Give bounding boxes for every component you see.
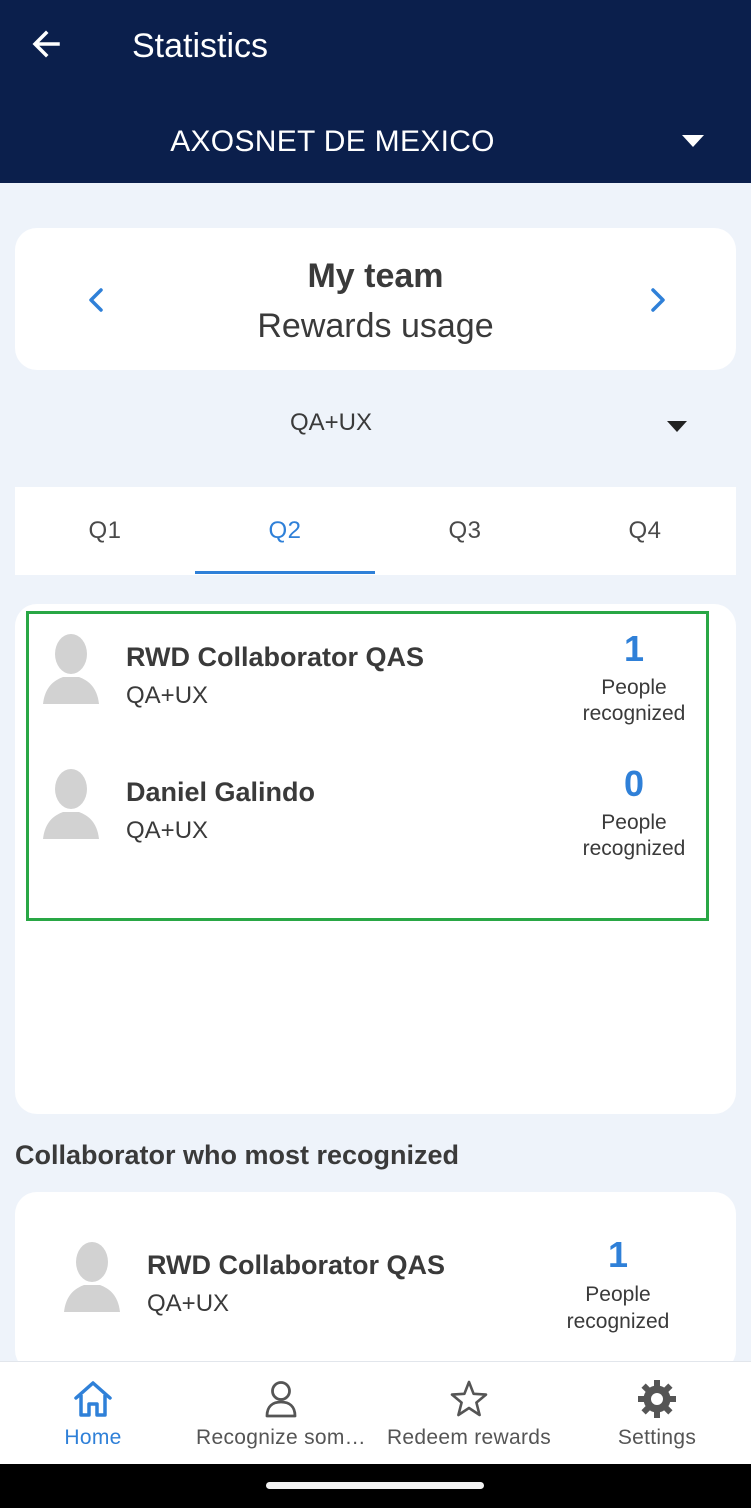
- member-name: RWD Collaborator QAS: [126, 642, 425, 672]
- team-rewards-card: My team Rewards usage: [15, 228, 736, 370]
- member-name: RWD Collaborator QAS: [147, 1250, 446, 1280]
- list-item[interactable]: RWD Collaborator QAS QA+UX 1 People reco…: [15, 624, 736, 744]
- active-tab-indicator: [195, 571, 375, 574]
- arrow-left-icon: [32, 30, 60, 58]
- app-header: Statistics AXOSNET DE MEXICO: [0, 0, 751, 183]
- recognized-label-line2: recognized: [566, 1310, 670, 1333]
- group-selected-value: QA+UX: [289, 409, 373, 436]
- bottom-navigation: Home Recognize som… Redeem rewards Setti…: [0, 1361, 751, 1465]
- recognized-count: 1: [623, 628, 645, 669]
- nav-recognize[interactable]: Recognize som…: [187, 1362, 375, 1465]
- organization-name: AXOSNET DE MEXICO: [170, 125, 495, 158]
- back-button[interactable]: [28, 24, 72, 64]
- recognized-label-line1: People: [601, 811, 667, 834]
- nav-redeem[interactable]: Redeem rewards: [375, 1362, 563, 1465]
- recognized-label-line2: recognized: [582, 837, 686, 860]
- gesture-handle[interactable]: [266, 1482, 484, 1489]
- nav-home-label: Home: [64, 1426, 122, 1449]
- avatar-placeholder-icon: [64, 1242, 120, 1312]
- member-group: QA+UX: [126, 817, 209, 844]
- nav-settings[interactable]: Settings: [563, 1362, 751, 1465]
- nav-redeem-label: Redeem rewards: [386, 1426, 552, 1449]
- tab-q1[interactable]: Q1: [15, 487, 195, 575]
- home-icon: [74, 1381, 112, 1417]
- organization-dropdown[interactable]: AXOSNET DE MEXICO: [0, 112, 751, 172]
- team-title: My team: [307, 257, 444, 295]
- list-item[interactable]: Daniel Galindo QA+UX 0 People recognized: [15, 759, 736, 879]
- avatar-placeholder-icon: [43, 634, 99, 704]
- top-collaborator-card: RWD Collaborator QAS QA+UX 1 People reco…: [15, 1192, 736, 1372]
- member-group: QA+UX: [147, 1290, 230, 1317]
- member-name: Daniel Galindo: [126, 777, 316, 807]
- recognized-label-line1: People: [585, 1283, 651, 1306]
- nav-settings-label: Settings: [617, 1426, 697, 1449]
- list-item[interactable]: RWD Collaborator QAS QA+UX 1 People reco…: [15, 1222, 736, 1342]
- group-dropdown[interactable]: QA+UX: [15, 395, 736, 459]
- tab-q2[interactable]: Q2: [195, 487, 375, 575]
- gear-icon: [638, 1380, 676, 1418]
- caret-down-icon: [667, 421, 687, 432]
- section-title: Collaborator who most recognized: [15, 1140, 460, 1170]
- recognized-count: 1: [607, 1234, 629, 1275]
- recognized-count: 0: [623, 763, 645, 804]
- nav-home[interactable]: Home: [0, 1362, 188, 1465]
- chevron-right-icon: [651, 288, 665, 312]
- caret-down-icon: [682, 135, 704, 147]
- page-title: Statistics: [132, 27, 269, 65]
- next-button[interactable]: [637, 280, 677, 320]
- avatar-placeholder-icon: [43, 769, 99, 839]
- tab-q4[interactable]: Q4: [555, 487, 735, 575]
- team-subtitle: Rewards usage: [257, 307, 494, 345]
- system-navigation-bar: [0, 1464, 751, 1508]
- recognized-label-line1: People: [601, 676, 667, 699]
- recognized-label-line2: recognized: [582, 702, 686, 725]
- person-icon: [265, 1381, 297, 1418]
- team-members-card: RWD Collaborator QAS QA+UX 1 People reco…: [15, 604, 736, 1114]
- star-icon: [450, 1380, 488, 1417]
- quarter-tabs: Q1 Q2 Q3 Q4: [15, 487, 736, 575]
- member-group: QA+UX: [126, 682, 209, 709]
- nav-recognize-label: Recognize som…: [196, 1426, 366, 1449]
- tab-q3[interactable]: Q3: [375, 487, 555, 575]
